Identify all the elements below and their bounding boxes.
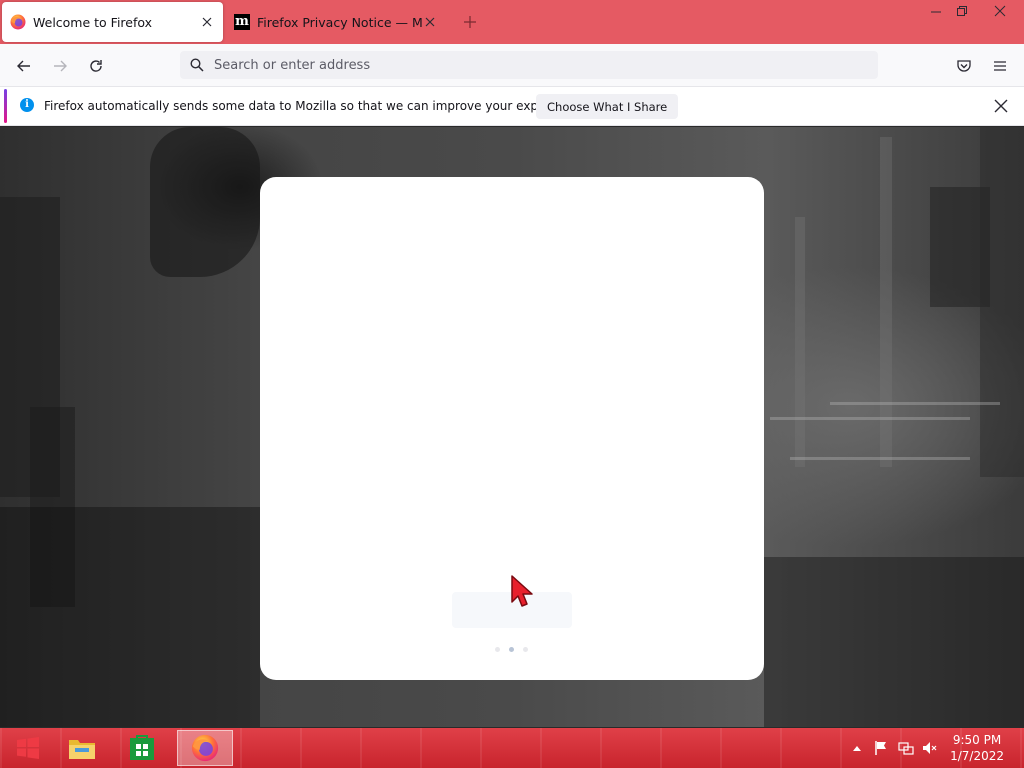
url-input[interactable] [214,57,814,73]
choose-what-i-share-label: Choose What I Share [547,99,668,114]
notification-close-button[interactable] [992,97,1010,115]
step-dot-active [509,647,514,652]
tab-close-icon[interactable] [422,14,438,30]
info-icon: i [20,98,34,112]
volume-button[interactable] [919,728,941,768]
hamburger-menu-icon [994,61,1006,71]
forward-arrow-icon [54,60,67,72]
close-icon [994,5,1006,17]
network-button[interactable] [895,728,917,768]
back-button[interactable] [10,52,38,80]
clock-time: 9:50 PM [952,733,1002,747]
restore-icon [957,6,967,16]
firefox-taskbar-button[interactable] [177,730,233,766]
forward-button[interactable] [46,52,74,80]
notification-accent-stripe [4,89,7,123]
search-icon [190,58,204,72]
tab-firefox-privacy-notice[interactable]: m Firefox Privacy Notice — Mozilla [230,2,442,42]
mouse-cursor-icon [511,575,533,607]
action-center-flag-icon [875,741,886,755]
tab-welcome-to-firefox[interactable]: Welcome to Firefox [2,2,223,42]
welcome-page-content [0,127,1024,727]
store-icon [130,735,154,760]
tab-close-icon[interactable] [199,14,215,30]
back-arrow-icon [17,60,30,72]
start-button[interactable] [0,730,56,766]
reload-icon [90,60,102,72]
file-explorer-icon [69,740,95,759]
step-dot [523,647,528,652]
tab-label: Welcome to Firefox [33,14,153,30]
mozilla-m-icon: m [234,14,250,30]
store-button[interactable] [114,730,170,766]
network-icon [898,742,914,755]
plus-icon [464,16,476,28]
minimize-icon [931,11,941,13]
notification-message: Firefox automatically sends some data to… [44,99,587,113]
choose-what-i-share-button[interactable]: Choose What I Share [536,94,679,119]
file-explorer-button[interactable] [54,730,110,766]
windows-taskbar: 9:50 PM 1/7/2022 [0,728,1024,768]
firefox-icon [10,14,26,30]
address-bar[interactable] [180,51,878,79]
step-dot [495,647,500,652]
clock-date: 1/7/2022 [950,749,1004,763]
volume-muted-icon [923,742,937,754]
show-hidden-icons-button[interactable] [848,728,866,768]
data-collection-notification-bar: i Firefox automatically sends some data … [0,86,1024,126]
reload-button[interactable] [82,52,110,80]
close-window-button[interactable] [984,0,1016,22]
app-menu-button[interactable] [986,52,1014,80]
pocket-button[interactable] [950,52,978,80]
new-tab-button[interactable] [460,12,480,32]
action-center-button[interactable] [870,728,892,768]
tab-label: Firefox Privacy Notice — Mozilla [257,14,422,30]
tab-strip: Welcome to Firefox m Firefox Privacy Not… [0,0,1024,44]
close-icon [994,99,1008,113]
pocket-icon [957,60,971,72]
navigation-toolbar [0,44,1024,86]
windows-start-icon [17,737,39,759]
onboarding-step-indicator [495,647,528,652]
show-hidden-icons-icon [853,746,861,751]
restore-button[interactable] [946,0,978,22]
system-clock[interactable]: 9:50 PM 1/7/2022 [950,732,1004,764]
onboarding-card [260,177,764,680]
firefox-icon [191,734,219,762]
